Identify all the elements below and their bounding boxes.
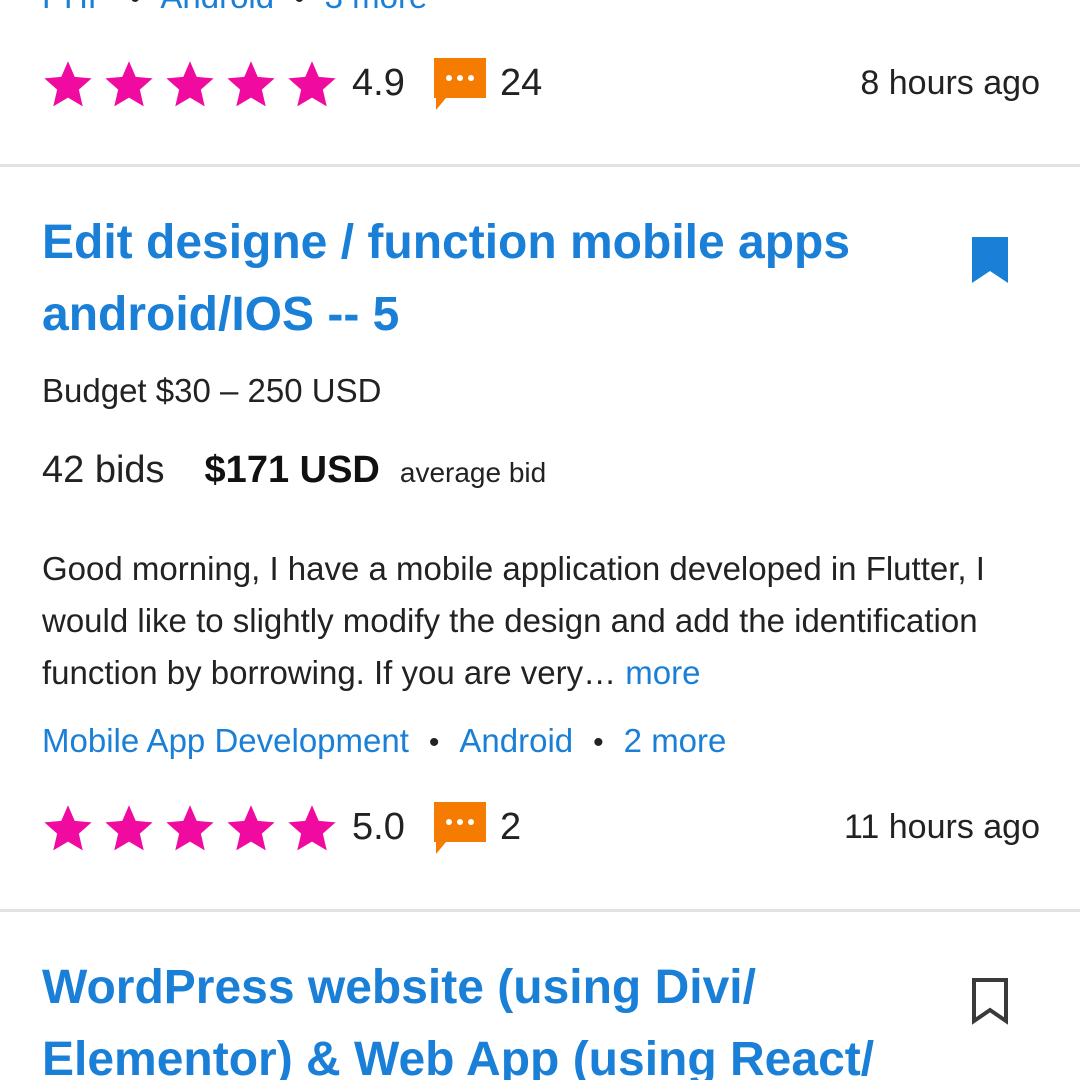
project-card[interactable]: PHP • Android • 3 more 4.9 24 8 hours ago [0,0,1080,165]
star-icon [288,61,336,107]
more-tags-link[interactable]: 2 more [624,722,727,759]
star-icon [44,61,92,107]
project-meta-row: 4.9 24 8 hours ago [42,58,1040,118]
tag-list: Mobile App Development • Android • 2 more [42,722,726,760]
bids-count: 42 bids [42,449,165,491]
posted-time: 8 hours ago [860,64,1040,102]
bookmark-outline-icon[interactable] [970,978,1010,1026]
star-rating [42,802,347,854]
average-bid-label: average bid [399,457,547,488]
tag-link[interactable]: Android [459,722,573,759]
project-title[interactable]: WordPress website (using Divi/ Elementor… [42,952,922,1080]
project-description: Good morning, I have a mobile applicatio… [42,543,1042,699]
tag-link[interactable]: PHP [42,0,110,15]
average-bid-amount: $171 USD [204,449,380,491]
star-icon [227,61,275,107]
tag-separator: • [294,0,305,16]
rating-value: 4.9 [352,62,405,104]
project-title[interactable]: Edit designe / function mobile apps andr… [42,207,922,351]
project-card[interactable]: WordPress website (using Divi/ Elementor… [0,912,1080,1080]
star-icon [105,805,153,851]
project-budget: Budget $30 – 250 USD [42,372,382,409]
tag-list: PHP • Android • 3 more [42,0,427,16]
tag-separator: • [130,0,141,16]
posted-time: 11 hours ago [844,808,1040,846]
bids-summary: 42 bids $171 USD average bid [42,449,546,499]
project-feed: PHP • Android • 3 more 4.9 24 8 hours ago Ed… [0,0,1080,1080]
project-meta-row: 5.0 2 11 hours ago [42,802,1040,862]
tag-separator: • [593,726,604,759]
tag-separator: • [428,726,440,759]
comment-count: 2 [500,806,522,848]
rating-value: 5.0 [352,806,405,848]
tag-link[interactable]: Android [160,0,274,15]
star-icon [166,61,214,107]
star-rating [42,58,347,110]
comment-icon [434,58,486,110]
star-icon [166,805,214,851]
comment-icon [434,802,486,854]
comment-count: 24 [500,62,543,104]
description-text: Good morning, I have a mobile applicatio… [42,550,985,691]
star-icon [44,805,92,851]
star-icon [105,61,153,107]
bookmark-filled-icon[interactable] [970,237,1010,285]
star-icon [227,805,275,851]
more-tags-link[interactable]: 3 more [325,0,428,15]
description-more-link[interactable]: more [625,654,700,691]
tag-link[interactable]: Mobile App Development [42,722,409,759]
star-icon [288,805,336,851]
project-card[interactable]: Edit designe / function mobile apps andr… [0,167,1080,909]
